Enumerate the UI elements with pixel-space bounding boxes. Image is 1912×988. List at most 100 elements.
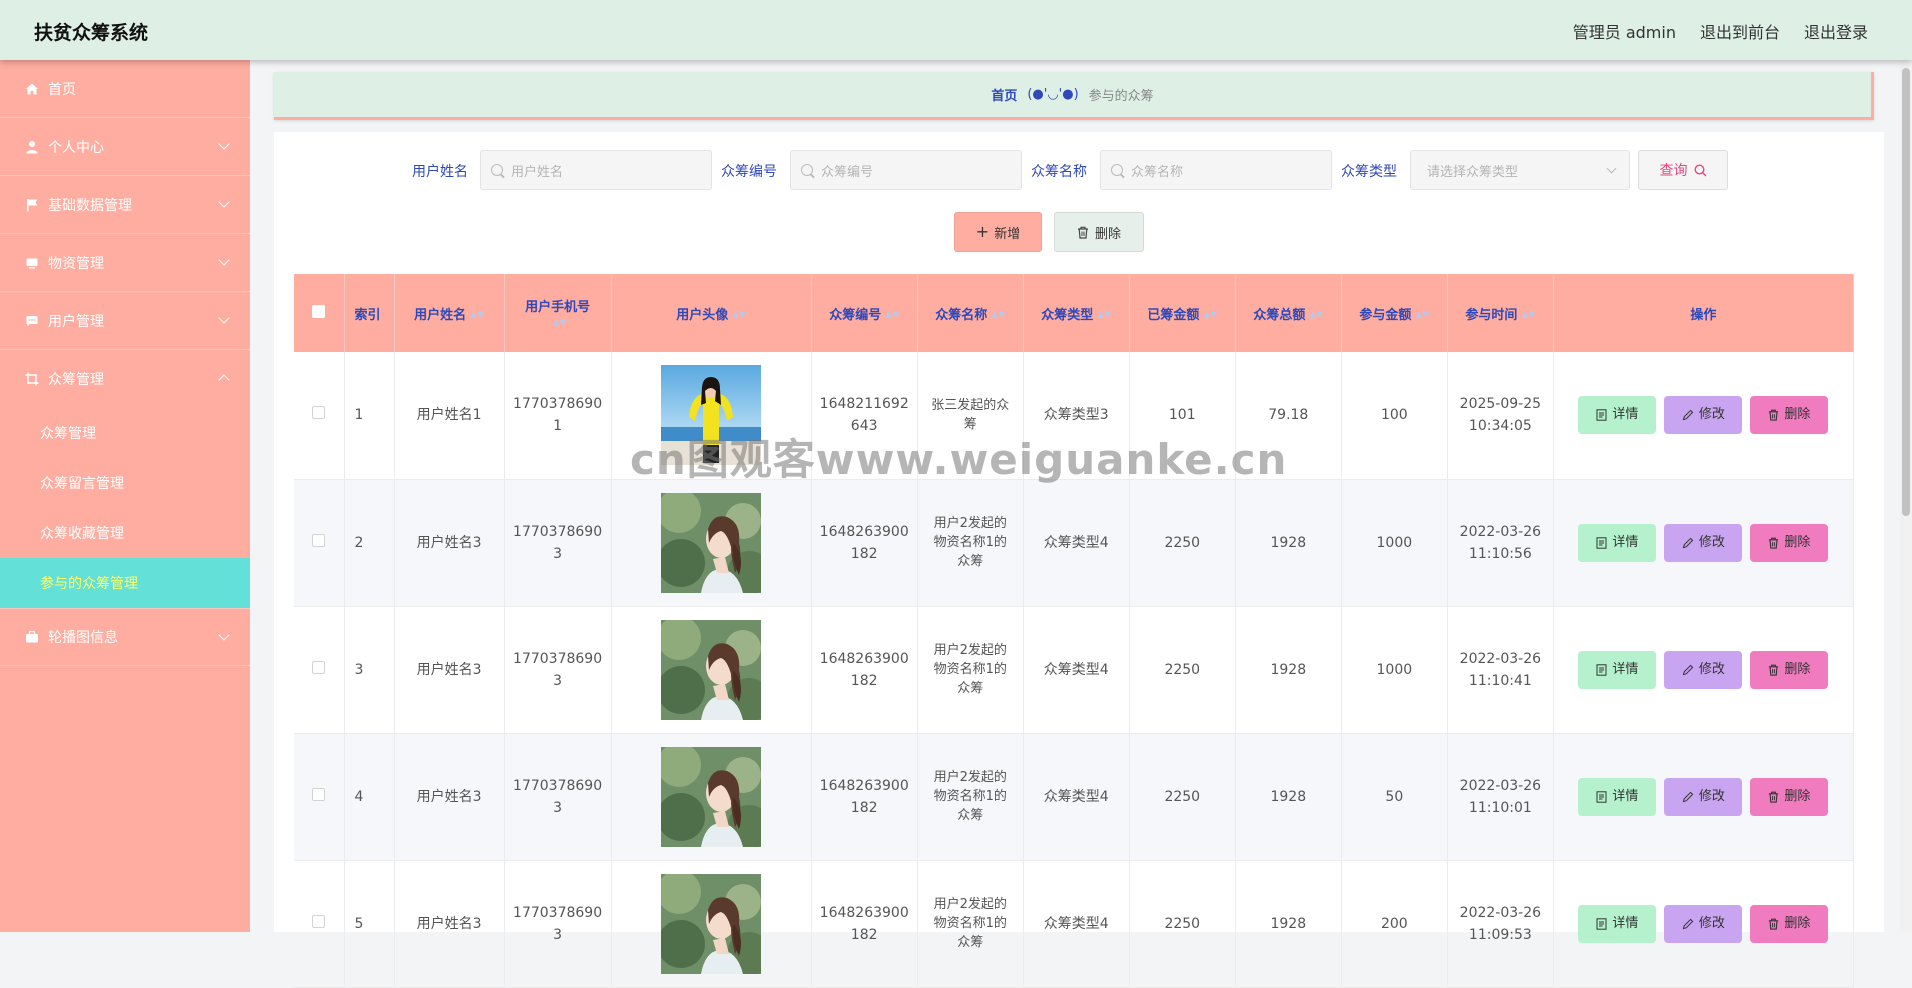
sort-icon[interactable]: ▲▼ (1309, 310, 1323, 320)
box-icon (24, 255, 40, 271)
table-row[interactable]: 4 用户姓名3 1770378690 3 1648263900 182 用户2发起的… (294, 733, 1855, 861)
col-header-username[interactable]: 用户姓名 ▲▼ (394, 274, 505, 352)
detail-button[interactable]: 详情 (1578, 777, 1657, 816)
search-form: 用户姓名 用户姓名 众筹编号 众筹编号 众筹名称 众筹名称 众筹类型 请选择众筹… (274, 150, 1884, 190)
cell-name: 用户2发起的 物资名称1的 众筹 (917, 606, 1024, 734)
cell-ops: 详情 修改 删除 (1553, 733, 1855, 861)
col-header-avatar[interactable]: 用户头像 ▲▼ (611, 274, 812, 352)
cell-amount: 100 (1341, 352, 1448, 480)
code-search-input[interactable]: 众筹编号 (790, 150, 1022, 190)
back-to-front-link[interactable]: 退出到前台 (1700, 19, 1780, 43)
user-icon (24, 139, 40, 155)
col-header-name[interactable]: 众筹名称 ▲▼ (917, 274, 1024, 352)
user-avatar-image[interactable] (657, 869, 772, 976)
row-checkbox[interactable] (312, 406, 326, 420)
detail-button[interactable]: 详情 (1578, 523, 1657, 562)
cell-phone: 1770378690 1 (504, 352, 612, 480)
username-search-input[interactable]: 用户姓名 (480, 150, 712, 190)
sidebar-item-home[interactable]: 首页 (0, 60, 250, 118)
user-avatar-image[interactable] (657, 742, 772, 849)
detail-button[interactable]: 详情 (1578, 904, 1657, 943)
row-checkbox[interactable] (312, 914, 326, 928)
col-header-total[interactable]: 众筹总额 ▲▼ (1235, 274, 1342, 352)
scrollbar-thumb[interactable] (1902, 68, 1910, 516)
edit-button[interactable]: 修改 (1664, 650, 1743, 689)
sort-icon[interactable]: ▲▼ (1203, 310, 1217, 320)
col-header-phone[interactable]: 用户手机号 ▲▼ (504, 274, 612, 352)
select-all-checkbox[interactable] (312, 304, 326, 318)
col-header-raised[interactable]: 已筹金额 ▲▼ (1129, 274, 1236, 352)
detail-button[interactable]: 详情 (1578, 396, 1657, 435)
delete-button[interactable]: 删除 (1750, 777, 1829, 816)
breadcrumb-home[interactable]: 首页 (991, 85, 1017, 104)
sort-icon[interactable]: ▲▼ (1521, 310, 1535, 320)
cell-total: 1928 (1235, 606, 1342, 734)
type-placeholder: 请选择众筹类型 (1427, 164, 1519, 180)
pencil-icon (1682, 409, 1694, 421)
sidebar-item-carousel[interactable]: 轮播图信息 (0, 608, 250, 666)
cell-avatar (611, 733, 812, 861)
sidebar-item-basic-data[interactable]: 基础数据管理 (0, 176, 250, 234)
user-avatar-image[interactable] (657, 615, 772, 722)
table-row[interactable]: 2 用户姓名3 1770378690 3 1648263900 182 用户2发起的… (294, 479, 1855, 607)
sort-icon[interactable]: ▲▼ (1097, 310, 1111, 320)
cell-time: 2025-09-25 10:34:05 (1447, 352, 1554, 480)
cell-ops: 详情 修改 删除 (1553, 606, 1855, 734)
sort-icon[interactable]: ▲▼ (885, 310, 899, 320)
plus-icon: + (975, 222, 990, 241)
col-header-amount[interactable]: 参与金额 ▲▼ (1341, 274, 1448, 352)
type-select[interactable]: 请选择众筹类型 (1410, 150, 1630, 190)
table-row[interactable]: 3 用户姓名3 1770378690 3 1648263900 182 用户2发起的… (294, 606, 1855, 734)
chevron-down-icon (1606, 163, 1617, 174)
edit-button[interactable]: 修改 (1664, 777, 1743, 816)
col-header-type[interactable]: 众筹类型 ▲▼ (1023, 274, 1130, 352)
add-button[interactable]: + 新增 (954, 212, 1042, 252)
edit-button[interactable]: 修改 (1664, 396, 1743, 435)
sidebar-item-users[interactable]: 用户管理 (0, 292, 250, 350)
sidebar-item-label: 个人中心 (48, 139, 104, 156)
sort-icon[interactable]: ▲▼ (1415, 310, 1429, 320)
row-checkbox[interactable] (312, 533, 326, 547)
trash-icon (1769, 918, 1779, 930)
chevron-down-icon (218, 254, 230, 266)
detail-button[interactable]: 详情 (1578, 650, 1657, 689)
table-row[interactable]: 5 用户姓名3 1770378690 3 1648263900 182 用户2发起的… (294, 860, 1855, 988)
sidebar-item-crowdfunding[interactable]: 众筹管理 (0, 350, 250, 408)
admin-user-label[interactable]: 管理员 admin (1573, 19, 1676, 43)
col-header-time[interactable]: 参与时间 ▲▼ (1447, 274, 1554, 352)
user-avatar-image[interactable] (657, 488, 772, 595)
row-checkbox[interactable] (312, 787, 326, 801)
name-search-input[interactable]: 众筹名称 (1100, 150, 1332, 190)
content-panel: 用户姓名 用户姓名 众筹编号 众筹编号 众筹名称 众筹名称 众筹类型 请选择众筹… (274, 132, 1884, 988)
row-select-cell (294, 606, 345, 734)
sort-icon[interactable]: ▲▼ (991, 310, 1005, 320)
cell-total: 1928 (1235, 860, 1342, 988)
crop-icon (24, 371, 40, 387)
sidebar-item-materials[interactable]: 物资管理 (0, 234, 250, 292)
search-icon (801, 164, 813, 176)
query-button[interactable]: 查询 (1638, 150, 1728, 190)
table-row[interactable]: 1 用户姓名1 1770378690 1 1648211692 643 张三发起的众… (294, 352, 1855, 480)
row-checkbox[interactable] (312, 660, 326, 674)
delete-button[interactable]: 删除 (1750, 396, 1829, 435)
submenu-item-messages[interactable]: 众筹留言管理 (0, 458, 250, 508)
submenu-item-participated[interactable]: 参与的众筹管理 (0, 558, 250, 608)
logout-link[interactable]: 退出登录 (1804, 19, 1868, 43)
action-bar: + 新增 删除 (274, 212, 1884, 252)
delete-button[interactable]: 删除 (1750, 523, 1829, 562)
submenu-item-crowdfunding[interactable]: 众筹管理 (0, 408, 250, 458)
edit-button[interactable]: 修改 (1664, 523, 1743, 562)
col-header-code[interactable]: 众筹编号 ▲▼ (811, 274, 918, 352)
page-scrollbar[interactable] (1900, 60, 1912, 932)
sort-icon[interactable]: ▲▼ (732, 310, 746, 320)
delete-button[interactable]: 删除 (1750, 650, 1829, 689)
sort-icon[interactable]: ▲▼ (470, 310, 484, 320)
cell-time: 2022-03-26 11:09:53 (1447, 860, 1554, 988)
delete-button[interactable]: 删除 (1750, 904, 1829, 943)
sort-icon[interactable]: ▲▼ (553, 318, 567, 328)
batch-delete-button[interactable]: 删除 (1054, 212, 1144, 252)
sidebar-item-personal-center[interactable]: 个人中心 (0, 118, 250, 176)
submenu-item-favorites[interactable]: 众筹收藏管理 (0, 508, 250, 558)
edit-button[interactable]: 修改 (1664, 904, 1743, 943)
user-avatar-image[interactable] (661, 365, 762, 466)
